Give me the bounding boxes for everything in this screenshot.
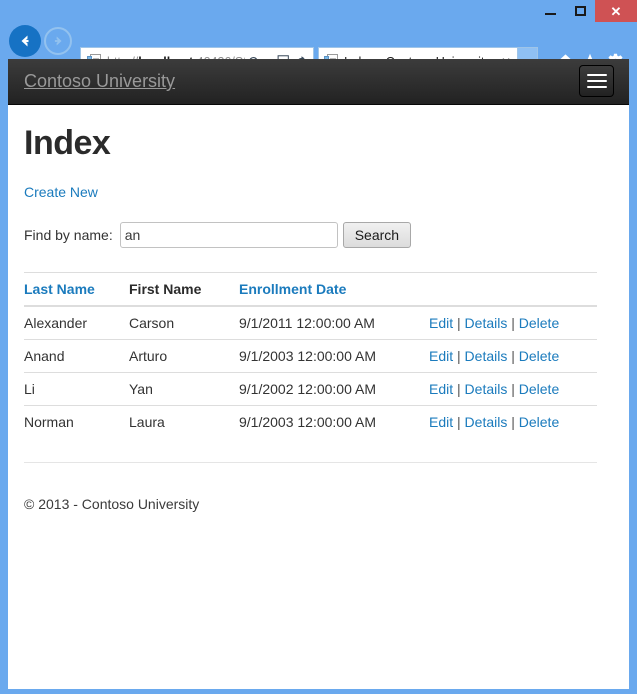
table-body: Alexander Carson 9/1/2011 12:00:00 AM Edit … [24,305,597,439]
cell-enrollment-date: 9/1/2003 12:00:00 AM [239,405,429,439]
cell-first-name: Laura [129,405,239,439]
forward-arrow-icon [54,36,62,46]
window-title-bar: ✕ [0,0,637,22]
hamburger-menu-icon-bar-1 [586,74,607,76]
table-row: Li Yan 9/1/2002 12:00:00 AM Edit | Details … [24,372,597,406]
edit-link[interactable]: Edit [429,381,453,397]
page-viewport: Contoso University Index Create New Find… [8,59,629,689]
students-table: Last Name First Name Enrollment Date Ale… [24,272,597,439]
details-link[interactable]: Details [465,414,508,430]
hamburger-menu-icon-bar-3 [586,86,607,88]
browser-navigation-toolbar: http://localhost:40436/Stu ▼ [0,22,637,77]
back-arrow-icon [21,35,29,47]
action-separator: | [507,414,519,431]
minimize-icon [544,13,556,15]
delete-link[interactable]: Delete [519,348,559,364]
close-window-button[interactable]: ✕ [595,0,637,22]
table-header-row: Last Name First Name Enrollment Date [24,272,597,308]
hamburger-menu-icon-bar-2 [586,80,607,82]
edit-link[interactable]: Edit [429,414,453,430]
sort-link-enrollment-date[interactable]: Enrollment Date [239,281,346,297]
column-header-last-name: Last Name [24,272,129,308]
navbar-toggle-button[interactable] [579,65,614,97]
action-separator: | [453,348,465,365]
table-row: Anand Arturo 9/1/2003 12:00:00 AM Edit | De… [24,339,597,373]
edit-link[interactable]: Edit [429,315,453,331]
action-separator: | [507,315,519,332]
column-header-first-name: First Name [129,272,239,308]
search-form: Find by name: Search [24,222,613,249]
cell-first-name: Arturo [129,339,239,373]
cell-actions: Edit | Details | Delete [429,405,597,439]
page-container: Index Create New Find by name: Search La… [8,124,629,512]
details-link[interactable]: Details [465,381,508,397]
cell-enrollment-date: 9/1/2003 12:00:00 AM [239,339,429,373]
cell-last-name: Norman [24,405,129,439]
page-footer: © 2013 - Contoso University [24,462,597,512]
cell-first-name: Yan [129,372,239,406]
edit-link[interactable]: Edit [429,348,453,364]
forward-button[interactable] [44,27,72,55]
sort-link-last-name[interactable]: Last Name [24,281,95,297]
maximize-icon [574,6,586,16]
column-header-actions [429,272,597,308]
site-navbar: Contoso University [8,59,629,105]
table-header: Last Name First Name Enrollment Date [24,272,597,308]
cell-last-name: Anand [24,339,129,373]
cell-actions: Edit | Details | Delete [429,305,597,340]
action-separator: | [507,348,519,365]
cell-last-name: Li [24,372,129,406]
search-input[interactable] [119,222,338,249]
action-separator: | [453,315,465,332]
column-header-enrollment-date: Enrollment Date [239,272,429,308]
table-row: Norman Laura 9/1/2003 12:00:00 AM Edit | De… [24,405,597,439]
table-row: Alexander Carson 9/1/2011 12:00:00 AM Edit … [24,305,597,340]
details-link[interactable]: Details [465,315,508,331]
back-button[interactable] [9,25,41,57]
search-button[interactable]: Search [342,222,412,249]
maximize-button[interactable] [565,0,595,22]
navbar-brand-link[interactable]: Contoso University [24,59,175,104]
find-by-name-label: Find by name: [24,227,113,244]
minimize-button[interactable] [535,0,565,22]
cell-actions: Edit | Details | Delete [429,372,597,406]
action-separator: | [507,381,519,398]
cell-first-name: Carson [129,305,239,340]
footer-copyright-text: © 2013 - Contoso University [24,496,200,513]
cell-last-name: Alexander [24,305,129,340]
create-new-link[interactable]: Create New [24,184,98,200]
delete-link[interactable]: Delete [519,381,559,397]
cell-enrollment-date: 9/1/2002 12:00:00 AM [239,372,429,406]
details-link[interactable]: Details [465,348,508,364]
cell-enrollment-date: 9/1/2011 12:00:00 AM [239,305,429,340]
delete-link[interactable]: Delete [519,414,559,430]
browser-window: ✕ Contoso University Index Create New Fi… [0,0,637,694]
page-title: Index [24,124,111,162]
column-label-first-name: First Name [129,281,202,298]
close-icon: ✕ [610,3,622,19]
delete-link[interactable]: Delete [519,315,559,331]
cell-actions: Edit | Details | Delete [429,339,597,373]
action-separator: | [453,414,465,431]
action-separator: | [453,381,465,398]
